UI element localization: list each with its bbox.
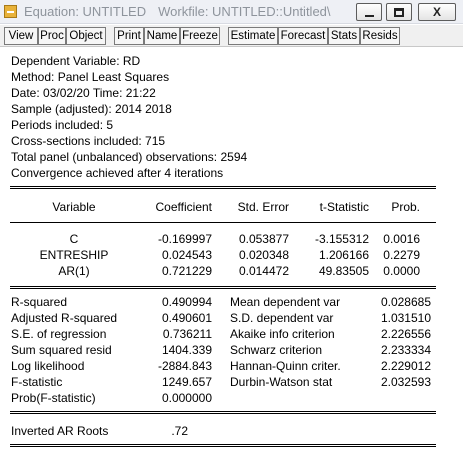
stat-value: 2.233334	[380, 343, 431, 357]
table-row-coefficient: -0.169997	[157, 232, 212, 246]
column-header-coefficient: Coefficient	[155, 200, 212, 214]
stat-label: Durbin-Watson stat	[230, 375, 333, 389]
resids-button[interactable]: Resids	[360, 27, 400, 45]
table-row-t-statistic: 49.83505	[318, 264, 369, 278]
window-title-equation: Equation: UNTITLED	[24, 4, 147, 19]
stat-label: Akaike info criterion	[230, 327, 335, 341]
stat-value: 2.226556	[380, 327, 431, 341]
stat-label: Mean dependent var	[230, 295, 341, 309]
stat-value: 1404.339	[161, 343, 212, 357]
stat-value: 0.736211	[162, 327, 212, 341]
table-top-rule	[10, 186, 436, 189]
stat-label: Schwarz criterion	[230, 343, 323, 357]
table-row-t-statistic: -3.155312	[314, 232, 369, 246]
method-line: Method: Panel Least Squares	[11, 70, 170, 84]
inverted-ar-roots-label: Inverted AR Roots	[11, 424, 109, 438]
observations-line: Total panel (unbalanced) observations: 2…	[11, 150, 248, 164]
freeze-button[interactable]: Freeze	[180, 27, 220, 45]
window-title: Equation: UNTITLED Workfile: UNTITLED::Un…	[24, 4, 331, 19]
stat-value: 1.031510	[380, 311, 431, 325]
sample-line: Sample (adjusted): 2014 2018	[11, 102, 172, 116]
stat-label: Adjusted R-squared	[11, 311, 118, 325]
table-row-prob: 0.0016	[383, 232, 420, 246]
stat-value: 2.229012	[380, 359, 431, 373]
print-button[interactable]: Print	[114, 27, 144, 45]
date-time-line: Date: 03/02/20 Time: 21:22	[11, 86, 156, 100]
stat-label: Sum squared resid	[11, 343, 112, 357]
proc-button[interactable]: Proc	[38, 27, 66, 45]
stat-label: S.D. dependent var	[230, 311, 334, 325]
dependent-variable-line: Dependent Variable: RD	[11, 54, 141, 68]
view-button[interactable]: View	[4, 27, 38, 45]
minimize-button[interactable]	[356, 3, 382, 21]
table-header-rule	[10, 222, 436, 223]
equation-window-icon	[4, 5, 17, 18]
stat-label: F-statistic	[11, 375, 63, 389]
minimize-icon	[364, 14, 374, 17]
table-row-std-error: 0.014472	[238, 264, 289, 278]
cross-sections-line: Cross-sections included: 715	[11, 134, 166, 148]
table-row-coefficient: 0.721229	[161, 264, 212, 278]
stat-label: R-squared	[11, 295, 68, 309]
inverted-ar-roots-value: .72	[171, 424, 188, 438]
toolbar: View Proc Object Print Name Freeze Estim…	[0, 25, 463, 47]
name-button[interactable]: Name	[144, 27, 180, 45]
table-row-variable: C	[69, 232, 79, 246]
close-button[interactable]: X	[418, 3, 456, 21]
object-button[interactable]: Object	[66, 27, 106, 45]
maximize-icon	[394, 7, 404, 17]
stat-value: -2884.843	[157, 359, 212, 373]
title-bar[interactable]: Equation: UNTITLED Workfile: UNTITLED::Un…	[0, 0, 463, 24]
stat-value: 0.000000	[161, 391, 212, 405]
stat-value: 1249.657	[161, 375, 212, 389]
table-row-prob: 0.0000	[383, 264, 420, 278]
table-row-std-error: 0.020348	[238, 248, 289, 262]
stat-label: Log likelihood	[11, 359, 85, 373]
estimate-button[interactable]: Estimate	[228, 27, 278, 45]
table-row-std-error: 0.053877	[238, 232, 289, 246]
estimation-output: Dependent Variable: RD Method: Panel Lea…	[4, 48, 459, 462]
table-row-variable: AR(1)	[58, 264, 90, 278]
stats-top-rule	[10, 286, 436, 289]
column-header-variable: Variable	[52, 200, 96, 214]
table-row-t-statistic: 1.206166	[318, 248, 369, 262]
stats-bottom-rule	[10, 411, 436, 414]
stat-value: 0.028685	[380, 295, 431, 309]
window-title-workfile: Workfile: UNTITLED::Untitled\	[158, 4, 331, 19]
stat-label: S.E. of regression	[11, 327, 107, 341]
convergence-line: Convergence achieved after 4 iterations	[11, 166, 224, 180]
column-header-t-statistic: t-Statistic	[319, 200, 369, 214]
stat-value: 0.490994	[161, 295, 212, 309]
stat-label: Hannan-Quinn criter.	[230, 359, 341, 373]
close-icon: X	[432, 5, 441, 19]
maximize-button[interactable]	[386, 3, 412, 21]
forecast-button[interactable]: Forecast	[278, 27, 328, 45]
table-row-prob: 0.2279	[383, 248, 420, 262]
stat-value: 0.490601	[161, 311, 212, 325]
stat-label: Prob(F-statistic)	[11, 391, 96, 405]
stat-value: 2.032593	[380, 375, 431, 389]
column-header-prob: Prob.	[391, 200, 420, 214]
table-row-variable: ENTRESHIP	[39, 248, 109, 262]
output-bottom-rule	[10, 444, 436, 447]
table-row-coefficient: 0.024543	[161, 248, 212, 262]
periods-line: Periods included: 5	[11, 118, 114, 132]
stats-button[interactable]: Stats	[328, 27, 360, 45]
column-header-std-error: Std. Error	[237, 200, 289, 214]
